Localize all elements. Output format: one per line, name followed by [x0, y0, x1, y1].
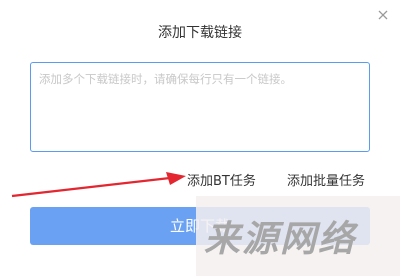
close-icon [378, 10, 388, 20]
close-button[interactable] [375, 7, 391, 23]
dialog-title: 添加下载链接 [158, 25, 242, 41]
add-batch-task-link[interactable]: 添加批量任务 [287, 170, 365, 189]
red-arrow-annotation [11, 172, 186, 198]
watermark: 来源网络 [196, 196, 400, 276]
download-links-input[interactable] [30, 62, 370, 152]
add-bt-task-link[interactable]: 添加BT任务 [187, 170, 256, 189]
watermark-text: 来源网络 [204, 218, 357, 260]
add-download-link-dialog: 添加下载链接 添加BT任务 添加批量任务 立即下载 来源网络 [0, 0, 400, 276]
